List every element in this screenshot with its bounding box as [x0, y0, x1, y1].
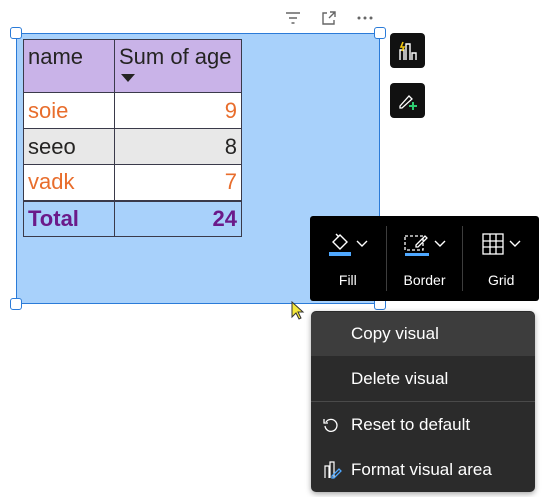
filter-icon[interactable]: [283, 8, 303, 28]
format-visual-icon: [398, 94, 417, 110]
chevron-down-icon: [434, 240, 445, 247]
grid-label: Grid: [487, 271, 515, 288]
cell-value: 7: [114, 164, 242, 201]
menu-item-reset-to-default[interactable]: Reset to default: [311, 403, 535, 447]
format-toolbar: Fill Border Grid: [310, 216, 539, 301]
total-row: Total 24: [23, 199, 242, 237]
border-label: Border: [403, 271, 446, 288]
format-visual-button[interactable]: [390, 83, 425, 118]
cell-name: soie: [23, 92, 115, 129]
context-menu: Copy visual Delete visual Reset to defau…: [311, 311, 535, 492]
pen-border-icon: [403, 234, 429, 256]
cell-value: 8: [114, 128, 242, 165]
resize-handle-top-left[interactable]: [10, 27, 22, 39]
chevron-down-icon: [356, 240, 368, 247]
sort-descending-icon: [121, 74, 135, 82]
menu-divider: [311, 401, 535, 402]
column-header-name[interactable]: name: [23, 39, 115, 93]
cell-value: 9: [114, 92, 242, 129]
total-label: Total: [23, 199, 115, 237]
focus-mode-icon[interactable]: [319, 8, 339, 28]
visual-header-icons: [283, 8, 375, 28]
format-area-icon: [323, 460, 343, 480]
resize-handle-top-right[interactable]: [374, 27, 386, 39]
build-visual-icon: [398, 41, 417, 60]
cell-name: vadk: [23, 164, 115, 201]
chevron-down-icon: [509, 240, 521, 247]
resize-handle-bottom-left[interactable]: [10, 298, 22, 310]
mouse-cursor-icon: [291, 300, 305, 326]
grid-icon: [482, 232, 504, 255]
grid-button[interactable]: Grid: [463, 216, 539, 301]
column-header-label: Sum of age: [119, 44, 232, 69]
table-row[interactable]: seeo 8: [23, 128, 242, 165]
column-header-sum-of-age[interactable]: Sum of age: [114, 39, 242, 93]
table-row[interactable]: soie 9: [23, 92, 242, 129]
fill-label: Fill: [338, 271, 357, 288]
paint-bucket-icon: [328, 233, 351, 256]
total-value: 24: [114, 199, 242, 237]
build-visual-button[interactable]: [390, 33, 425, 68]
menu-item-format-visual-area[interactable]: Format visual area: [311, 448, 535, 492]
matrix-table: name Sum of age soie 9 seeo 8 vadk 7 Tot…: [23, 39, 242, 237]
menu-item-copy-visual[interactable]: Copy visual: [311, 312, 535, 356]
table-row[interactable]: vadk 7: [23, 164, 242, 201]
border-button[interactable]: Border: [387, 216, 463, 301]
reset-icon: [323, 417, 339, 433]
menu-item-delete-visual[interactable]: Delete visual: [311, 357, 535, 401]
fill-button[interactable]: Fill: [310, 216, 386, 301]
more-options-icon[interactable]: [355, 8, 375, 28]
cell-name: seeo: [23, 128, 115, 165]
